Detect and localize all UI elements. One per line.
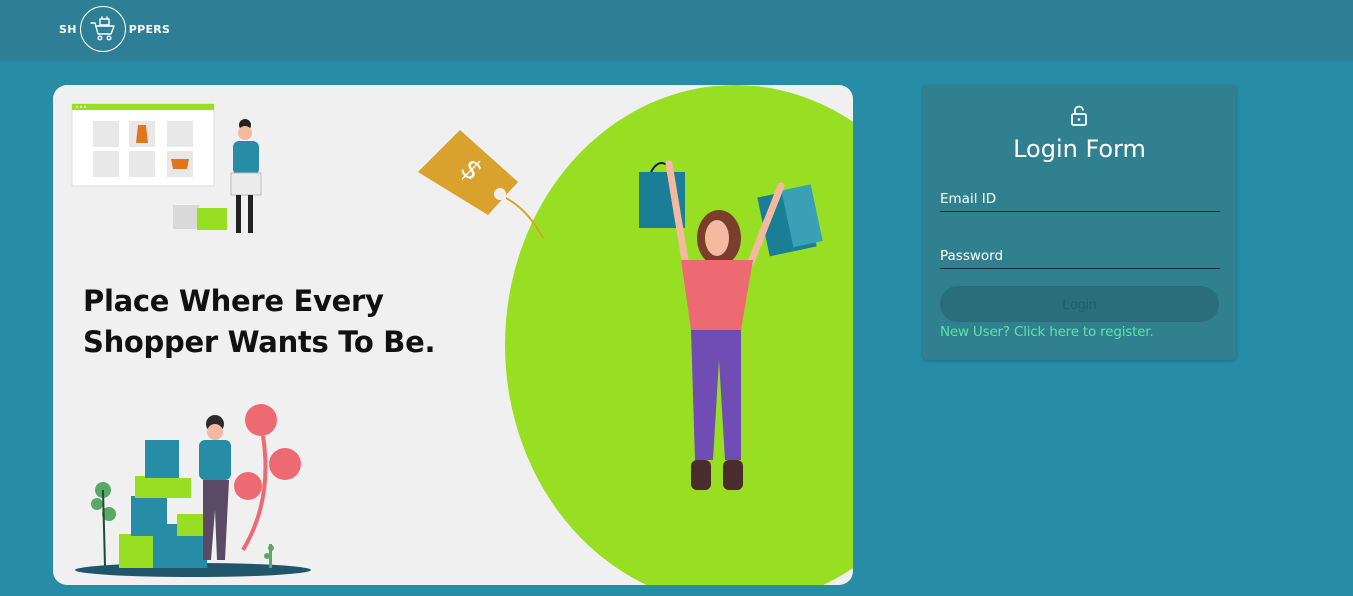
email-input[interactable] [940,187,1220,211]
hero-headline-line1: Place Where Every [83,284,384,318]
boxes-man-illustration [75,404,311,577]
email-field[interactable]: Email ID [940,187,1220,212]
hero-headline: Place Where Every Shopper Wants To Be. [83,281,503,363]
online-store-illustration [71,103,262,233]
hero-banner: $ Place Where Every Shopper Wants To Be. [53,85,853,585]
login-form-title: Login Form [1013,135,1146,163]
shopper-woman-illustration [639,160,823,490]
top-navbar: SH PPERS [0,0,1353,61]
brand-logo[interactable]: SH PPERS [59,5,170,53]
shopping-cart-icon [79,6,126,52]
password-input[interactable] [940,244,1220,268]
logo-prefix: SH [59,22,77,36]
password-field[interactable]: Password [940,244,1220,269]
hero-headline-line2: Shopper Wants To Be. [83,325,436,359]
lock-open-icon [1071,105,1087,126]
price-tag-icon: $ [418,130,544,239]
register-link[interactable]: New User? Click here to register. [940,324,1154,340]
login-button[interactable]: Login [940,286,1219,322]
logo-suffix: PPERS [128,22,171,36]
login-form-panel: Login Form Email ID Password Login New U… [923,85,1236,360]
